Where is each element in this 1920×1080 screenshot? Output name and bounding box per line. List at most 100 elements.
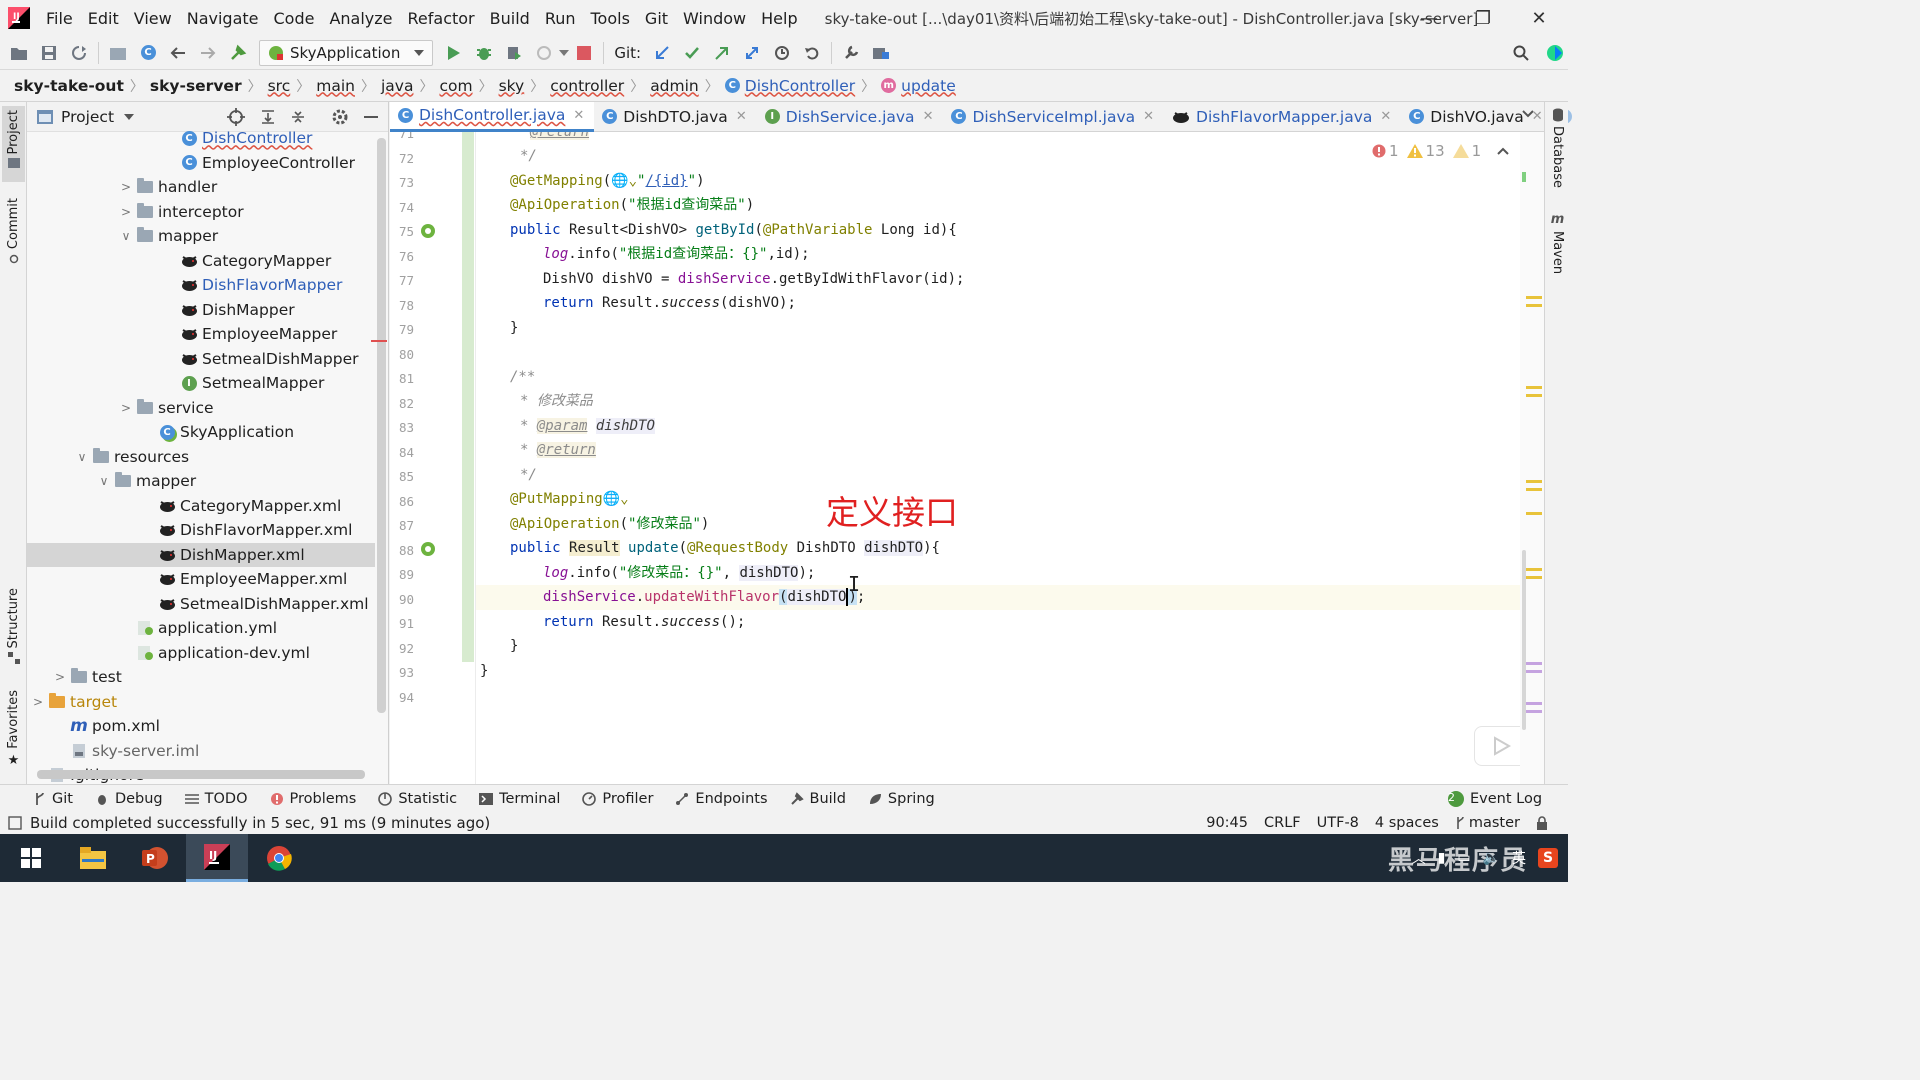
tree-item[interactable]: C EmployeeController	[27, 151, 375, 176]
collapse-arrow-icon[interactable]: ∨	[73, 450, 91, 464]
tree-item[interactable]: I SetmealMapper	[27, 371, 375, 396]
menu-view[interactable]: View	[128, 9, 181, 28]
tool-spring[interactable]: Spring	[868, 791, 935, 807]
tab-dishservice[interactable]: I DishService.java ✕	[757, 102, 944, 132]
tab-close-icon[interactable]: ✕	[1380, 109, 1391, 124]
breadcrumb-controller[interactable]: controller	[550, 77, 624, 95]
tree-item[interactable]: ∨ mapper	[27, 469, 375, 494]
warning-marker[interactable]	[1526, 394, 1542, 397]
tool-git[interactable]: Git	[34, 791, 73, 807]
tree-item[interactable]: application-dev.yml	[27, 641, 375, 666]
windows-start-icon[interactable]	[0, 834, 62, 882]
file-explorer-icon[interactable]	[62, 834, 124, 882]
tree-item[interactable]: C SkyApplication	[27, 420, 375, 445]
tree-item[interactable]: sky-server.iml	[27, 739, 375, 764]
tree-item[interactable]: DishFlavorMapper.xml	[27, 518, 375, 543]
profile-dropdown-icon[interactable]	[559, 49, 570, 56]
tree-item[interactable]: > interceptor	[27, 200, 375, 225]
git-rollback-icon[interactable]	[797, 39, 827, 67]
project-structure-folder-icon[interactable]	[866, 39, 896, 67]
menu-help[interactable]: Help	[755, 9, 806, 28]
run-icon[interactable]	[439, 39, 469, 67]
menu-code[interactable]: Code	[268, 9, 324, 28]
tree-item[interactable]: SetmealDishMapper	[27, 347, 375, 372]
save-all-icon[interactable]	[34, 39, 64, 67]
menu-tools[interactable]: Tools	[585, 9, 639, 28]
tree-item[interactable]: > target	[27, 690, 375, 715]
forward-arrow-icon[interactable]	[193, 39, 223, 67]
git-push-icon[interactable]	[707, 39, 737, 67]
status-toggle-icon[interactable]	[8, 816, 22, 830]
menu-window[interactable]: Window	[677, 9, 755, 28]
breadcrumb-class[interactable]: C DishController	[724, 77, 855, 95]
usage-marker[interactable]	[1526, 670, 1542, 673]
build-hammer-icon[interactable]	[223, 39, 253, 67]
tray-device-icon[interactable]: ▮	[1438, 850, 1446, 866]
project-panel-title[interactable]: Project	[61, 108, 114, 126]
caret-position[interactable]: 90:45	[1206, 815, 1248, 831]
tree-item[interactable]: EmployeeMapper.xml	[27, 567, 375, 592]
tab-dishcontroller[interactable]: C DishController.java ✕	[390, 101, 595, 132]
warning-marker[interactable]	[1526, 512, 1542, 515]
tree-item[interactable]: m pom.xml	[27, 714, 375, 739]
menu-analyze[interactable]: Analyze	[323, 9, 401, 28]
file-encoding[interactable]: UTF-8	[1317, 815, 1359, 831]
spring-bean-gutter-icon[interactable]	[420, 223, 436, 239]
powerpoint-icon[interactable]: P	[124, 834, 186, 882]
git-history-icon[interactable]	[767, 39, 797, 67]
tool-debug[interactable]: Debug	[95, 791, 163, 807]
spring-bean-gutter-icon[interactable]	[420, 541, 436, 557]
class-icon[interactable]: C	[133, 39, 163, 67]
coverage-icon[interactable]	[499, 39, 529, 67]
tray-chevron-icon[interactable]: ︿	[1412, 848, 1426, 868]
tree-item[interactable]: SetmealDishMapper.xml	[27, 592, 375, 617]
usage-marker[interactable]	[1526, 702, 1542, 705]
tree-item[interactable]: DishFlavorMapper	[27, 273, 375, 298]
warning-marker[interactable]	[1526, 480, 1542, 483]
open-folder-icon[interactable]	[4, 39, 34, 67]
tab-close-icon[interactable]: ✕	[1143, 109, 1154, 124]
code-editor[interactable]: 71 72 73 74 75 76 77 78 79 80 81 82 83 84 85 86 87 88 89 90…	[390, 132, 1544, 784]
settings-wrench-icon[interactable]	[836, 39, 866, 67]
side-tab-structure[interactable]: Structure	[2, 588, 25, 668]
tree-item[interactable]: application.yml	[27, 616, 375, 641]
tray-ime-label[interactable]: 英	[1512, 848, 1526, 868]
expand-arrow-icon[interactable]: >	[117, 180, 135, 194]
tree-item[interactable]: > handler	[27, 175, 375, 200]
project-structure-icon[interactable]	[103, 39, 133, 67]
gear-icon[interactable]	[331, 108, 349, 126]
breadcrumb-sky[interactable]: sky	[499, 77, 525, 95]
breadcrumb-src[interactable]: src	[268, 77, 291, 95]
side-tab-project[interactable]: Project	[2, 106, 25, 182]
side-tab-maven[interactable]: m Maven	[1546, 212, 1569, 282]
indent-setting[interactable]: 4 spaces	[1375, 815, 1439, 831]
error-stripe[interactable]	[1520, 132, 1544, 784]
tab-dishflavormapper[interactable]: DishFlavorMapper.java ✕	[1164, 102, 1401, 132]
intellij-taskbar-icon[interactable]: IJ	[186, 834, 248, 882]
chrome-icon[interactable]	[248, 834, 310, 882]
tool-endpoints[interactable]: Endpoints	[675, 791, 768, 807]
warning-marker[interactable]	[1526, 386, 1542, 389]
collapse-arrow-icon[interactable]: ∨	[117, 229, 135, 243]
git-commit-icon[interactable]	[677, 39, 707, 67]
warning-marker[interactable]	[1526, 568, 1542, 571]
tree-item[interactable]: ∨ resources	[27, 445, 375, 470]
warning-marker[interactable]	[1526, 296, 1542, 299]
restore-icon[interactable]: ❐	[1456, 0, 1510, 36]
hide-panel-icon[interactable]	[363, 108, 379, 126]
menu-edit[interactable]: Edit	[82, 9, 128, 28]
minimize-icon[interactable]: —	[1402, 0, 1456, 36]
warning-marker[interactable]	[1526, 488, 1542, 491]
tree-item[interactable]: > service	[27, 396, 375, 421]
project-horizontal-scrollbar[interactable]	[37, 770, 365, 779]
tab-close-icon[interactable]: ✕	[573, 108, 584, 123]
collapse-all-icon[interactable]	[289, 108, 307, 126]
expand-arrow-icon[interactable]: >	[51, 670, 69, 684]
stop-icon[interactable]	[569, 39, 599, 67]
jetbrains-toolbox-icon[interactable]	[1540, 39, 1570, 67]
tool-profiler[interactable]: Profiler	[582, 791, 653, 807]
menu-refactor[interactable]: Refactor	[402, 9, 484, 28]
run-config-select[interactable]: SkyApplication	[259, 39, 434, 66]
menu-file[interactable]: File	[40, 9, 82, 28]
tree-item[interactable]: CategoryMapper.xml	[27, 494, 375, 519]
